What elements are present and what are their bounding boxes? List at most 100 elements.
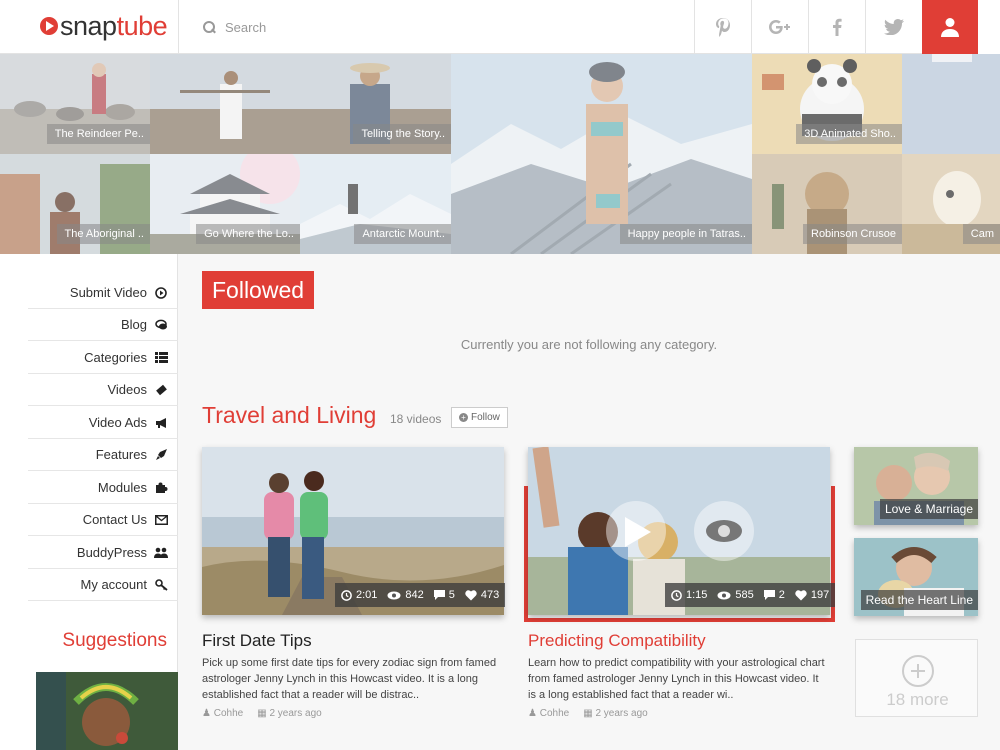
- category-title[interactable]: Travel and Living: [202, 402, 376, 429]
- post-date: 2 years ago: [269, 708, 322, 719]
- sidebar-item-label: Contact Us: [82, 512, 147, 527]
- date-meta: ▦ 2 years ago: [583, 708, 648, 719]
- logo-text-snap: snap: [60, 10, 117, 41]
- author-meta: ♟ Cohhe: [202, 708, 243, 719]
- hero-tile-caption: Antarctic Mount..: [354, 224, 451, 244]
- user-account-button[interactable]: [922, 0, 978, 54]
- sidebar-item-submit-video[interactable]: Submit Video: [28, 277, 178, 309]
- snaptube-logo[interactable]: snap tube: [40, 10, 168, 41]
- sidebar-item-contact-us[interactable]: Contact Us: [28, 504, 178, 536]
- hero-tile[interactable]: Antarctic Mount..: [300, 154, 451, 254]
- sidebar-item-modules[interactable]: Modules: [28, 472, 178, 504]
- duration-stat: 2:01: [341, 589, 377, 601]
- search-icon: [203, 20, 216, 34]
- puzzle-icon: [154, 482, 168, 494]
- sidebar-item-label: My account: [80, 577, 147, 592]
- likes-value: 473: [480, 589, 500, 601]
- empty-follow-message: Currently you are not following any cate…: [460, 337, 718, 352]
- rocket-icon: [154, 448, 168, 461]
- category-video-count: 18 videos: [390, 412, 442, 426]
- more-videos-button[interactable]: 18 more: [855, 639, 978, 717]
- sidebar-item-features[interactable]: Features: [28, 439, 178, 471]
- followed-heading: Followed: [202, 271, 315, 309]
- follow-button-label: Follow: [471, 412, 500, 423]
- comment-icon: [763, 590, 775, 600]
- pinterest-button[interactable]: [694, 0, 751, 54]
- sidebar-item-videos[interactable]: Videos: [28, 374, 178, 406]
- comments-value: 2: [778, 589, 785, 601]
- heart-icon: [795, 589, 807, 600]
- hero-tile[interactable]: The Aboriginal ..: [0, 154, 150, 254]
- video-title[interactable]: Predicting Compatibility: [528, 631, 706, 651]
- comments-stat: 5: [433, 589, 455, 601]
- list-icon: [154, 352, 168, 364]
- date-meta: ▦ 2 years ago: [257, 708, 322, 719]
- sidebar-item-categories[interactable]: Categories: [28, 342, 178, 374]
- video-title[interactable]: First Date Tips: [202, 631, 312, 651]
- hero-tile-caption: Robinson Crusoe: [803, 224, 902, 244]
- logo-text-tube: tube: [116, 10, 168, 41]
- hero-tile[interactable]: Robinson Crusoe: [752, 154, 902, 254]
- twitter-button[interactable]: [865, 0, 922, 54]
- hero-tile[interactable]: Go Where the Lo..: [150, 154, 300, 254]
- suggestions-title: Suggestions: [62, 630, 167, 651]
- user-icon: ♟: [202, 708, 211, 719]
- sidebar-item-label: Categories: [84, 350, 147, 365]
- twitter-icon: [884, 19, 904, 35]
- featured-videos-mosaic: The Reindeer Pe.. Telling the Story.. Ha…: [0, 54, 1000, 254]
- related-video-love-marriage[interactable]: Love & Marriage: [854, 447, 978, 525]
- tile-image: [902, 54, 1000, 154]
- facebook-button[interactable]: [808, 0, 865, 54]
- comments-stat: 2: [763, 589, 785, 601]
- hero-tile[interactable]: Happy people in Tatras..: [451, 54, 752, 254]
- related-video-caption: Read the Heart Line: [860, 590, 978, 610]
- google-plus-button[interactable]: [751, 0, 808, 54]
- sidebar-item-label: BuddyPress: [76, 545, 147, 560]
- sidebar-item-blog[interactable]: Blog: [28, 309, 178, 341]
- eye-icon: [387, 591, 401, 599]
- sidebar-item-buddypress[interactable]: BuddyPress: [28, 537, 178, 569]
- author-meta: ♟ Cohhe: [528, 708, 569, 719]
- hero-tile-caption: 3D Animated Sho..: [796, 124, 902, 144]
- sidebar-item-video-ads[interactable]: Video Ads: [28, 407, 178, 439]
- author-name[interactable]: Cohhe: [540, 708, 569, 719]
- hero-tile-caption: The Reindeer Pe..: [46, 124, 150, 144]
- clock-icon: [671, 589, 682, 601]
- google-plus-icon: [769, 20, 790, 34]
- follow-category-button[interactable]: + Follow: [451, 407, 508, 428]
- hero-tile-caption: Telling the Story..: [353, 124, 451, 144]
- sidebar-item-my-account[interactable]: My account: [28, 569, 178, 601]
- hero-tile[interactable]: Cam: [902, 154, 1000, 254]
- facebook-icon: [833, 18, 842, 36]
- video-meta: ♟ Cohhe ▦ 2 years ago: [528, 708, 648, 719]
- pinterest-icon: [716, 18, 730, 37]
- hero-tile-caption: Go Where the Lo..: [196, 224, 300, 244]
- hero-tile[interactable]: 3D Animated Sho..: [752, 54, 902, 154]
- sidebar-item-label: Video Ads: [88, 415, 147, 430]
- users-icon: [154, 547, 168, 559]
- header-edge: [978, 0, 1000, 54]
- search-input[interactable]: [225, 19, 685, 35]
- video-description: Pick up some first date tips for every z…: [202, 657, 497, 701]
- hero-tile-caption: Cam: [962, 224, 1000, 244]
- sidebar-item-label: Submit Video: [69, 285, 147, 300]
- related-video-heart-line[interactable]: Read the Heart Line: [854, 538, 978, 616]
- ticket-icon: [154, 384, 168, 396]
- hero-tile[interactable]: Telling the Story..: [150, 54, 451, 154]
- envelope-icon: [154, 514, 168, 526]
- author-name[interactable]: Cohhe: [214, 708, 243, 719]
- video-description: Learn how to predict compatibility with …: [528, 657, 825, 701]
- eye-icon: [717, 591, 731, 599]
- sidebar-item-label: Blog: [120, 317, 147, 332]
- suggestion-thumbnail[interactable]: [36, 672, 178, 750]
- comments-icon: [154, 319, 168, 331]
- sidebar: Submit Video Blog Categories Videos Vide…: [0, 254, 178, 750]
- post-date: 2 years ago: [595, 708, 648, 719]
- hero-tile-caption: The Aboriginal ..: [56, 224, 150, 244]
- hero-tile[interactable]: [902, 54, 1000, 154]
- hero-tile[interactable]: The Reindeer Pe..: [0, 54, 150, 154]
- related-video-caption: Love & Marriage: [879, 499, 978, 519]
- user-icon: [941, 18, 959, 37]
- key-icon: [154, 578, 168, 591]
- clock-icon: [341, 589, 352, 601]
